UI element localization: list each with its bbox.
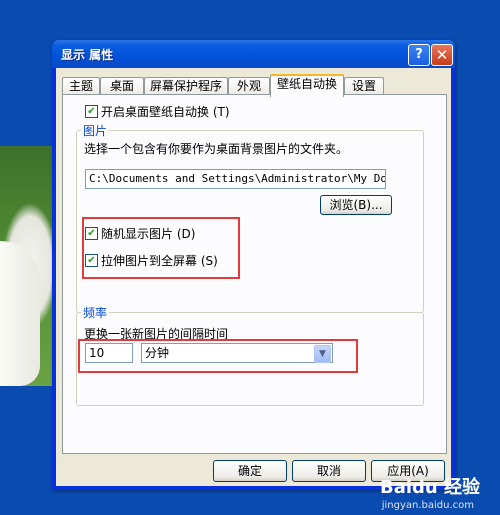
tab-theme[interactable]: 主题: [62, 77, 100, 95]
cancel-button[interactable]: 取消: [292, 460, 366, 482]
window-title: 显示 属性: [61, 48, 114, 62]
watermark-url: jingyan.baidu.com: [381, 500, 474, 511]
picture-description: 选择一个包含有你要作为桌面背景图片的文件夹。: [84, 142, 349, 156]
browse-button[interactable]: 浏览(B)...: [320, 195, 392, 215]
picture-group-title: 图片: [81, 122, 110, 139]
help-button[interactable]: ?: [408, 44, 430, 66]
tab-appearance[interactable]: 外观: [228, 77, 270, 95]
tab-desktop[interactable]: 桌面: [100, 77, 144, 95]
enable-auto-change-label: 开启桌面壁纸自动换 (T): [101, 105, 230, 119]
title-bar[interactable]: 显示 属性 ? ✕: [52, 40, 455, 68]
close-button[interactable]: ✕: [431, 44, 453, 66]
dog-image: [0, 241, 40, 386]
highlight-box-checkboxes: [82, 217, 240, 279]
folder-path-field[interactable]: C:\Documents and Settings\Administrator\…: [85, 169, 386, 189]
tab-screensaver[interactable]: 屏幕保护程序: [144, 77, 228, 95]
watermark-logo: Baidu 经验: [379, 477, 480, 498]
enable-auto-change-checkbox[interactable]: ✔: [85, 105, 98, 118]
frequency-group-title: 频率: [81, 304, 110, 321]
desktop-wallpaper-photo: [0, 146, 55, 386]
tab-settings[interactable]: 设置: [344, 77, 384, 95]
highlight-box-interval: [78, 339, 358, 373]
ok-button[interactable]: 确定: [213, 460, 287, 482]
tab-wallpaper-auto-change[interactable]: 壁纸自动换: [270, 74, 344, 97]
